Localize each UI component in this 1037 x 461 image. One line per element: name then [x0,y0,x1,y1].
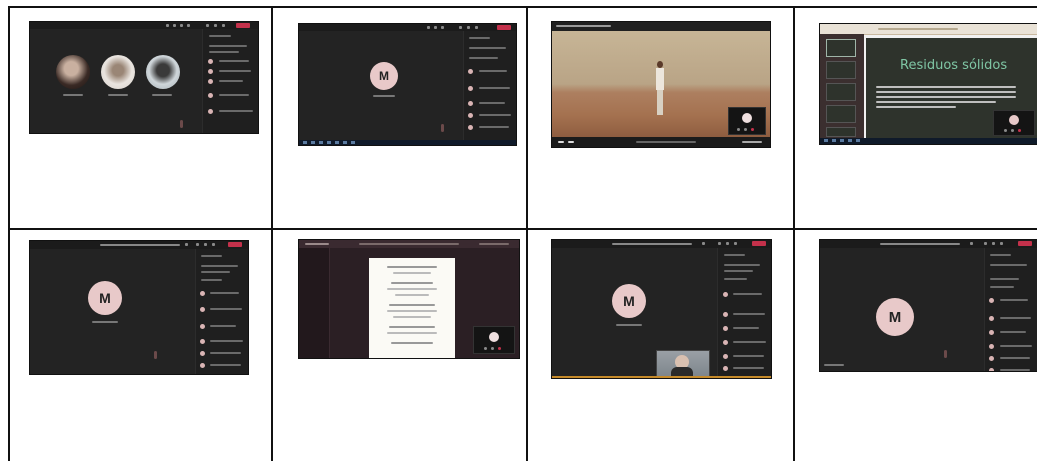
left-panel [299,248,330,358]
grid-divider [271,6,273,461]
video-controls[interactable] [552,137,770,147]
thumbnail-teams-circles[interactable] [30,22,258,133]
participant-avatar: M [370,62,398,90]
mic-icon [944,350,947,358]
slide-thumbnails [820,34,864,138]
leave-button[interactable] [497,25,511,30]
thumbnail-teams-avatar[interactable]: M [30,241,248,374]
document-page [369,258,455,358]
participant-video-3 [146,55,180,89]
meeting-toolbar [30,22,258,29]
leave-button[interactable] [1018,241,1032,246]
bottom-accent-bar [552,376,771,378]
participant-video-1 [56,55,90,89]
grid-divider [8,6,1037,8]
grid-divider [526,6,528,461]
leave-button[interactable] [236,23,250,28]
chat-panel [462,31,516,140]
meeting-toolbar [552,240,771,248]
thumbnail-teams-avatar-webcam[interactable]: M [552,240,771,378]
participant-video-2 [101,55,135,89]
chat-panel [202,29,258,133]
viewer-toolbar [299,240,519,248]
screenshot-grid: M Residuos sólidos M M M [0,0,1037,461]
self-view-tile [728,107,766,135]
grid-divider [8,6,10,461]
thumbnail-teams-avatar[interactable]: M [820,240,1037,371]
thumbnail-teams-avatar[interactable]: M [299,24,516,145]
chat-panel [717,248,771,378]
grid-divider [8,228,1037,230]
meeting-toolbar [30,241,248,249]
participant-avatar: M [612,284,646,318]
mic-icon [154,351,157,359]
self-view-tile [473,326,515,354]
participant-avatar: M [876,298,914,336]
chat-panel [194,249,248,374]
webcam-tile [656,350,710,378]
chat-panel [983,248,1037,371]
thumbnail-slides[interactable]: Residuos sólidos [820,24,1037,144]
taskbar [299,140,516,145]
slide-title: Residuos sólidos [900,58,1008,73]
thumbnail-video-desert[interactable] [552,22,770,147]
person-figure [656,61,664,121]
meeting-toolbar [299,24,516,31]
participant-avatar: M [88,281,122,315]
mic-icon [441,124,444,132]
mic-icon [180,120,183,128]
grid-divider [793,6,795,461]
leave-button[interactable] [228,242,242,247]
thumbnail-document[interactable] [299,240,519,358]
video-titlebar [552,22,770,31]
taskbar [820,138,1037,144]
leave-button[interactable] [752,241,766,246]
self-view-tile [993,110,1035,136]
meeting-toolbar [820,240,1037,248]
